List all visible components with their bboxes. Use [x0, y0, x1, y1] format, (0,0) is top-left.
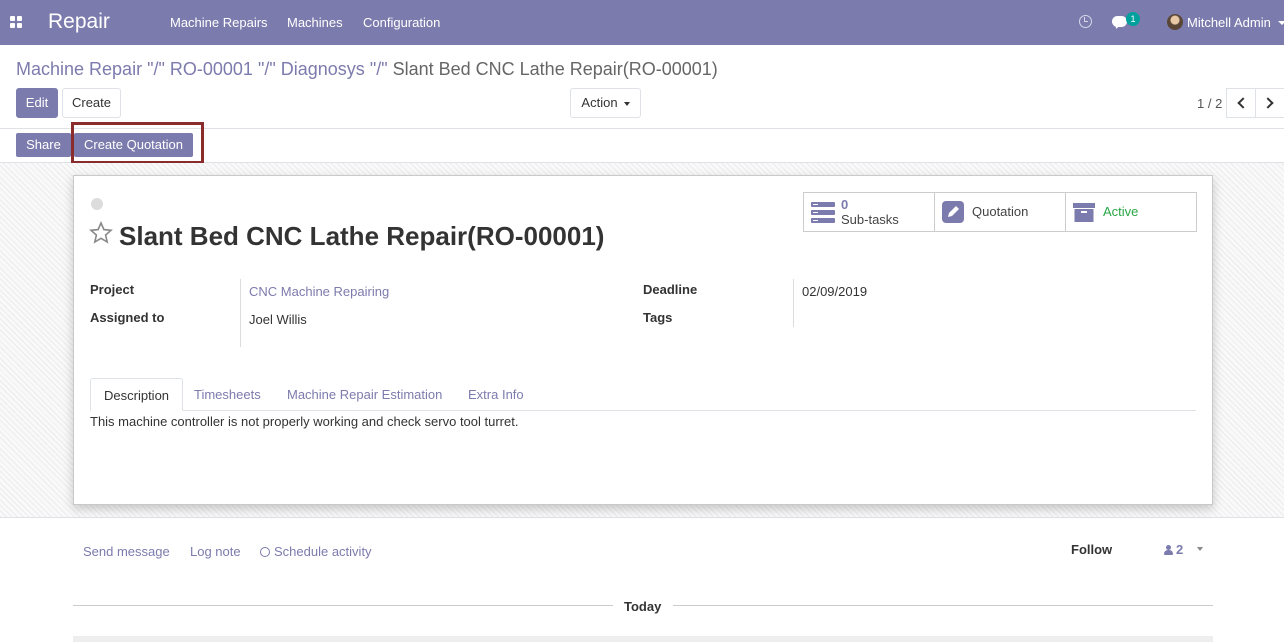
breadcrumb-ro-00001[interactable]: RO-00001 [170, 59, 253, 79]
tab-timesheets[interactable]: Timesheets [181, 378, 274, 411]
project-label: Project [90, 282, 135, 297]
chevron-left-icon [1237, 97, 1249, 109]
active-label: Active [1103, 204, 1139, 219]
schedule-activity-label: Schedule activity [274, 544, 372, 559]
active-toggle-button[interactable]: Active [1066, 193, 1196, 231]
action-dropdown[interactable]: Action [570, 88, 641, 118]
apps-menu-icon[interactable] [10, 16, 22, 28]
user-icon [1164, 545, 1173, 555]
followers-button[interactable]: 2 [1164, 542, 1183, 557]
breadcrumb: Machine Repair "/" RO-00001 "/" Diagnosy… [16, 59, 718, 80]
tags-label: Tags [643, 310, 673, 325]
pager-value[interactable]: 1 / 2 [1197, 96, 1222, 111]
field-divider [240, 279, 241, 347]
message-item [73, 636, 1213, 642]
pager-previous-button[interactable] [1226, 88, 1256, 118]
menu-configuration[interactable]: Configuration [363, 15, 440, 30]
today-separator-label: Today [624, 599, 662, 614]
chevron-down-icon[interactable] [1197, 547, 1203, 551]
schedule-activity-link[interactable]: Schedule activity [260, 544, 372, 559]
deadline-value[interactable]: 02/09/2019 [802, 284, 867, 299]
assigned-to-label: Assigned to [90, 310, 165, 325]
subtasks-label: Sub-tasks [841, 212, 899, 227]
notebook-tabs: Description Timesheets Machine Repair Es… [90, 378, 1196, 411]
field-divider [793, 279, 794, 327]
divider [73, 605, 613, 606]
archive-icon [1073, 203, 1095, 222]
project-link[interactable]: CNC Machine Repairing [249, 284, 389, 299]
chevron-right-icon [1262, 97, 1274, 109]
menu-machine-repairs[interactable]: Machine Repairs [170, 15, 268, 30]
edit-button[interactable]: Edit [16, 88, 58, 118]
send-message-link[interactable]: Send message [83, 544, 170, 559]
app-title: Repair [48, 10, 110, 33]
clock-icon [260, 547, 270, 557]
chevron-down-icon[interactable] [1278, 21, 1284, 25]
caret-down-icon [623, 101, 630, 106]
breadcrumb-current: Slant Bed CNC Lathe Repair(RO-00001) [392, 59, 718, 79]
subtasks-count: 0 [841, 197, 849, 212]
subtasks-button[interactable]: 0 Sub-tasks [804, 193, 935, 231]
description-text[interactable]: This machine controller is not properly … [90, 414, 518, 429]
tab-description[interactable]: Description [90, 378, 184, 411]
record-title: Slant Bed CNC Lathe Repair(RO-00001) [119, 221, 605, 251]
quotation-label: Quotation [972, 204, 1029, 219]
divider [673, 605, 1213, 606]
log-note-link[interactable]: Log note [190, 544, 241, 559]
tab-extra-info[interactable]: Extra Info [455, 378, 537, 411]
deadline-label: Deadline [643, 282, 698, 297]
followers-count: 2 [1176, 542, 1184, 557]
avatar[interactable] [1167, 14, 1183, 30]
breadcrumb-separator: "/" [257, 59, 276, 79]
star-icon[interactable] [89, 221, 113, 245]
user-menu[interactable]: Mitchell Admin [1187, 15, 1271, 30]
menu-machines[interactable]: Machines [287, 15, 343, 30]
create-button[interactable]: Create [62, 88, 121, 118]
tasks-icon [811, 202, 835, 223]
tab-machine-repair-estimation[interactable]: Machine Repair Estimation [274, 378, 455, 411]
form-sheet: Slant Bed CNC Lathe Repair(RO-00001) 0 S… [73, 175, 1213, 505]
breadcrumb-separator: "/" [147, 59, 165, 79]
edit-pencil-icon [942, 201, 964, 223]
pager-next-button[interactable] [1255, 88, 1284, 118]
chat-count-badge: 1 [1126, 12, 1140, 26]
assigned-to-value[interactable]: Joel Willis [249, 312, 307, 327]
breadcrumb-separator: "/" [369, 59, 388, 79]
top-navbar: Repair Machine Repairs Machines Configur… [0, 0, 1284, 45]
activity-clock-icon[interactable] [1079, 15, 1092, 28]
action-label: Action [581, 95, 618, 110]
breadcrumb-diagnosys[interactable]: Diagnosys [281, 59, 365, 79]
share-button[interactable]: Share [16, 133, 71, 157]
kanban-state-icon[interactable] [91, 198, 103, 210]
follow-button[interactable]: Follow [1071, 542, 1112, 557]
breadcrumb-machine-repair[interactable]: Machine Repair [16, 59, 142, 79]
highlight-annotation-box [71, 122, 204, 164]
quotation-smart-button[interactable]: Quotation [935, 193, 1066, 231]
messaging-icon[interactable] [1112, 16, 1127, 27]
smart-buttons: 0 Sub-tasks Quotation Active [803, 192, 1197, 232]
